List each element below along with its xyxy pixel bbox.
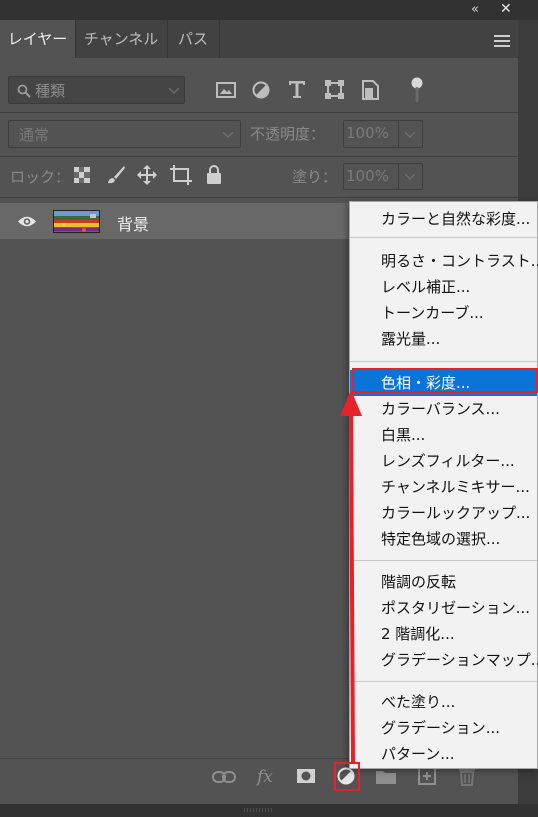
panel-menu-icon[interactable] — [494, 35, 510, 47]
adjustment-layer-filter-icon[interactable] — [252, 81, 270, 99]
menu-item-gradient[interactable]: グラデーション... — [350, 715, 537, 741]
opacity-label: 不透明度： — [250, 125, 326, 143]
panel-tabs: レイヤー チャンネル パス — [0, 20, 538, 58]
fx-layer-style-icon[interactable]: fx — [256, 766, 278, 788]
tab-paths[interactable]: パス — [167, 20, 220, 58]
eye-icon[interactable] — [17, 215, 37, 228]
menu-item-invert[interactable]: 階調の反転 — [350, 569, 537, 595]
menu-item-color-balance[interactable]: カラーバランス... — [350, 396, 537, 422]
trash-icon[interactable] — [458, 766, 476, 786]
lock-transparent-pixels-icon[interactable] — [74, 167, 90, 183]
new-group-icon[interactable] — [375, 769, 397, 785]
menu-separator — [350, 681, 537, 682]
svg-text:fx: fx — [256, 767, 273, 787]
link-layers-icon[interactable] — [212, 770, 236, 784]
menu-item-solid-color[interactable]: べた塗り... — [350, 689, 537, 715]
layer-name: 背景 — [117, 215, 150, 234]
shape-layer-filter-icon[interactable] — [325, 80, 344, 99]
selected-item-highlight-box — [352, 368, 538, 393]
tab-layers[interactable]: レイヤー — [0, 20, 76, 58]
menu-item-channel-mixer[interactable]: チャンネルミキサー... — [350, 474, 537, 500]
type-layer-filter-icon[interactable] — [288, 80, 306, 99]
divider — [0, 112, 518, 113]
opacity-value: 100% — [346, 124, 389, 142]
menu-separator — [350, 361, 537, 362]
filter-kind-label: 種類 — [35, 82, 66, 100]
panel-resize-grip[interactable] — [244, 798, 274, 812]
close-icon[interactable]: ✕ — [500, 1, 512, 17]
filter-toggle-icon[interactable] — [410, 77, 424, 103]
chevron-down-icon — [169, 88, 179, 94]
menu-item-exposure[interactable]: 露光量... — [350, 326, 537, 352]
menu-separator — [350, 237, 537, 238]
lock-all-icon[interactable] — [206, 165, 222, 185]
lock-artboard-icon[interactable] — [170, 165, 192, 185]
layer-filter-select[interactable]: 種類 — [8, 76, 185, 104]
tab-channels[interactable]: チャンネル — [75, 20, 168, 58]
add-mask-icon[interactable] — [296, 768, 316, 784]
divider — [0, 156, 518, 157]
lock-image-pixels-icon[interactable] — [106, 165, 126, 185]
divider — [0, 197, 518, 198]
fill-value: 100% — [346, 167, 389, 185]
fill-field[interactable]: 100% — [343, 163, 423, 190]
lock-label: ロック： — [10, 168, 71, 186]
adjustment-menu: カラーと自然な彩度... 明るさ・コントラスト... レベル補正... トーンカ… — [349, 201, 538, 769]
adjustment-button-highlight-box — [334, 762, 360, 791]
blend-mode-select[interactable]: 通常 — [8, 120, 241, 148]
search-icon — [17, 84, 31, 98]
menu-item-gradient-map[interactable]: グラデーションマップ... — [350, 647, 538, 673]
menu-item-pattern[interactable]: パターン... — [350, 741, 537, 767]
layer-thumbnail — [53, 210, 100, 233]
fill-label: 塗り： — [292, 168, 338, 186]
new-layer-icon[interactable] — [418, 767, 436, 785]
menu-item-brightness-contrast[interactable]: 明るさ・コントラスト... — [350, 248, 538, 274]
menu-item-curves[interactable]: トーンカーブ... — [350, 300, 537, 326]
pixel-layer-filter-icon[interactable] — [216, 81, 236, 99]
collapse-icon[interactable]: « — [471, 2, 479, 17]
menu-item-color-lookup[interactable]: カラールックアップ... — [350, 500, 537, 526]
menu-separator — [350, 560, 537, 561]
menu-item-posterize[interactable]: ポスタリゼーション... — [350, 595, 537, 621]
menu-item-vibrance[interactable]: カラーと自然な彩度... — [350, 206, 537, 232]
menu-item-selective-color[interactable]: 特定色域の選択... — [350, 526, 537, 552]
smart-object-filter-icon[interactable] — [362, 80, 379, 100]
blend-mode-value: 通常 — [19, 126, 50, 144]
chevron-down-icon — [223, 132, 233, 138]
menu-item-black-white[interactable]: 白黒... — [350, 422, 537, 448]
chevron-down-icon — [405, 132, 415, 138]
red-arrow-annotation — [340, 390, 362, 765]
lock-position-icon[interactable] — [137, 165, 157, 185]
menu-item-photo-filter[interactable]: レンズフィルター... — [350, 448, 537, 474]
menu-item-levels[interactable]: レベル補正... — [350, 274, 537, 300]
chevron-down-icon — [405, 174, 415, 180]
opacity-field[interactable]: 100% — [343, 120, 423, 148]
panel-title-strip: « ✕ — [0, 0, 538, 20]
menu-item-threshold[interactable]: 2 階調化... — [350, 621, 537, 647]
